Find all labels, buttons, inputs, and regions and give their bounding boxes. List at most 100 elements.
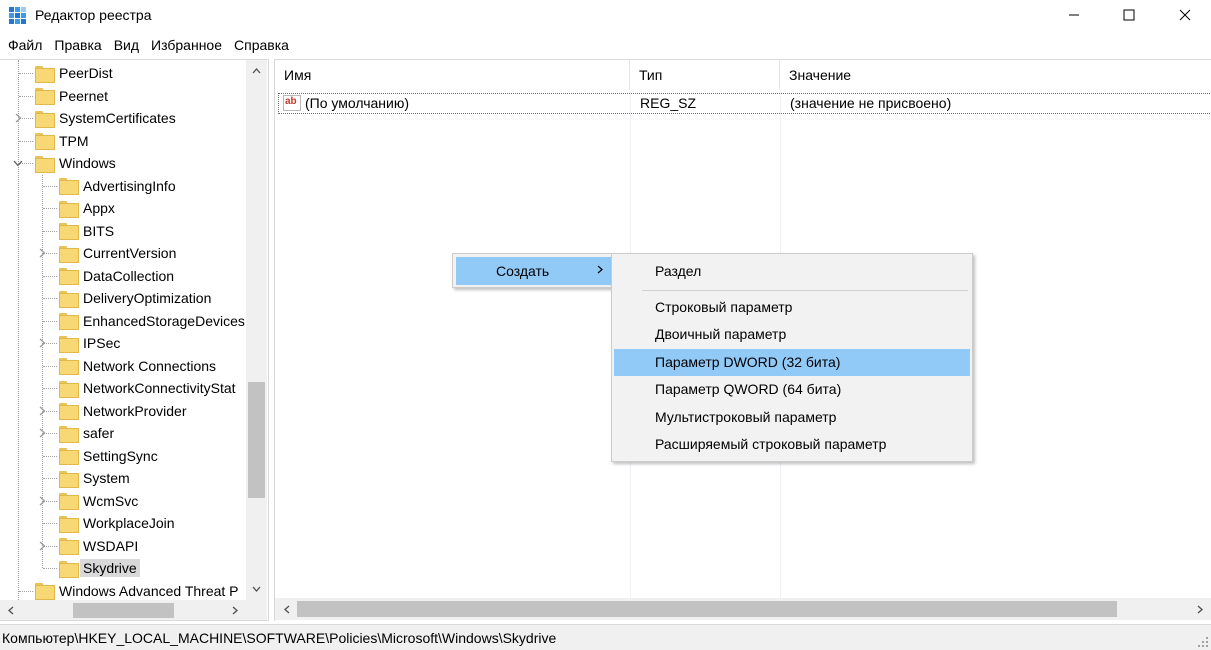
tree-item-label: AdvertisingInfo <box>83 177 176 194</box>
scroll-up-icon[interactable] <box>246 62 267 79</box>
tree-item[interactable]: DeliveryOptimization <box>59 287 211 309</box>
menu-file[interactable]: Файл <box>0 35 48 57</box>
tree-item[interactable]: SettingSync <box>59 445 158 467</box>
tree-item-label: DataCollection <box>83 267 175 284</box>
tree-item[interactable]: WSDAPI <box>59 535 138 557</box>
column-name[interactable]: Имя <box>275 60 630 90</box>
tree-item-label: BITS <box>83 222 115 239</box>
list-hscroll-thumb[interactable] <box>297 601 1117 617</box>
tree-connector <box>43 208 57 209</box>
tree-connector <box>19 590 33 592</box>
tree-hscroll-thumb[interactable] <box>73 603 174 618</box>
tree-item-label: System <box>83 470 130 486</box>
tree-item-label: PeerDist <box>59 65 113 81</box>
submenu-item-expandable-string-label: Расширяемый строковый параметр <box>655 436 887 452</box>
tree-item[interactable]: NetworkConnectivityStat <box>59 377 236 399</box>
menu-help[interactable]: Справка <box>228 35 295 57</box>
tree-item-label: NetworkProvider <box>83 402 187 419</box>
folder-icon <box>59 178 79 195</box>
tree-item[interactable]: SystemCertificates <box>35 107 176 129</box>
scroll-down-icon[interactable] <box>246 580 267 597</box>
tree-item[interactable]: WorkplaceJoin <box>59 512 175 534</box>
table-row[interactable]: ab (По умолчанию) REG_SZ (значение не пр… <box>278 93 1211 114</box>
tree-item-label: TPM <box>59 132 89 149</box>
ab-string-value-icon: ab <box>283 95 301 111</box>
tree-item[interactable]: TPM <box>35 130 89 152</box>
tree-item-label: NetworkConnectivityStat <box>83 380 236 396</box>
tree-item[interactable]: Network Connections <box>59 355 216 377</box>
tree-item[interactable]: NetworkProvider <box>59 400 186 422</box>
folder-icon <box>35 583 55 600</box>
column-value[interactable]: Значение <box>780 60 1211 90</box>
tree-item[interactable]: IPSec <box>59 332 120 354</box>
submenu-item-key[interactable]: Раздел <box>614 258 970 285</box>
scroll-right-icon[interactable] <box>226 600 244 620</box>
tree-item[interactable]: Skydrive <box>59 557 140 579</box>
menu-item-create[interactable]: Создать <box>456 257 612 285</box>
tree-item[interactable]: CurrentVersion <box>59 242 176 264</box>
submenu-item-string[interactable]: Строковый параметр <box>614 294 970 321</box>
tree-vscroll-thumb[interactable] <box>248 382 265 498</box>
submenu-item-dword-label: Параметр DWORD (32 бита) <box>655 354 841 370</box>
maximize-button[interactable] <box>1106 0 1152 30</box>
tree-item[interactable]: Windows Advanced Threat P <box>35 580 239 600</box>
submenu-item-multistring[interactable]: Мультистроковый параметр <box>614 404 970 431</box>
tree-item[interactable]: EnhancedStorageDevices <box>59 310 245 332</box>
tree-vertical-scrollbar[interactable] <box>246 60 267 600</box>
submenu-item-key-label: Раздел <box>655 263 702 279</box>
column-type[interactable]: Тип <box>630 60 780 90</box>
tree-item[interactable]: BITS <box>59 220 114 242</box>
window-title: Редактор реестра <box>35 7 152 23</box>
tree-guide <box>42 174 43 568</box>
tree-item-label: Windows <box>59 155 116 171</box>
submenu-item-qword[interactable]: Параметр QWORD (64 бита) <box>614 376 970 403</box>
close-button[interactable] <box>1162 0 1208 30</box>
tree-item-label: Appx <box>83 200 115 216</box>
folder-icon <box>59 515 79 533</box>
tree-item-label: DeliveryOptimization <box>83 290 212 306</box>
folder-icon <box>59 245 79 263</box>
folder-icon <box>59 560 79 578</box>
submenu-item-qword-label: Параметр QWORD (64 бита) <box>655 381 842 397</box>
tree-item[interactable]: WcmSvc <box>59 490 138 512</box>
scroll-left-icon[interactable] <box>2 600 20 620</box>
create-submenu: Раздел Строковый параметр Двоичный парам… <box>611 253 973 462</box>
value-data: (значение не присвоено) <box>790 95 952 111</box>
scroll-left-icon[interactable] <box>277 598 297 620</box>
tree-item-label: WSDAPI <box>83 537 139 554</box>
submenu-item-expandable-string[interactable]: Расширяемый строковый параметр <box>614 431 970 458</box>
tree-item[interactable]: AdvertisingInfo <box>59 175 176 197</box>
menu-favorites[interactable]: Избранное <box>145 35 228 57</box>
tree-item[interactable]: Windows <box>35 152 116 174</box>
folder-icon <box>35 65 55 83</box>
registry-path: Компьютер\HKEY_LOCAL_MACHINE\SOFTWARE\Po… <box>2 630 557 646</box>
tree-pane: PeerDist Peernet SystemCertificates TPM Wind… <box>0 59 269 621</box>
submenu-item-dword[interactable]: Параметр DWORD (32 бита) <box>614 349 970 376</box>
tree-item[interactable]: DataCollection <box>59 265 174 287</box>
folder-icon <box>35 133 55 150</box>
list-header: Имя Тип Значение <box>275 60 1211 90</box>
tree-item-label: WcmSvc <box>83 492 139 509</box>
tree-item[interactable]: safer <box>59 422 114 444</box>
tree-item[interactable]: Peernet <box>35 85 108 107</box>
scroll-right-icon[interactable] <box>1190 598 1210 620</box>
minimize-button[interactable] <box>1051 0 1097 30</box>
menu-view[interactable]: Вид <box>108 35 145 57</box>
tree-item[interactable]: System <box>59 467 130 489</box>
resize-grip-icon[interactable] <box>1197 636 1209 648</box>
folder-icon <box>59 380 79 398</box>
tree-item[interactable]: Appx <box>59 197 115 219</box>
tree-item[interactable]: PeerDist <box>35 62 113 84</box>
tree-connector <box>43 523 57 524</box>
tree-connector <box>43 185 57 187</box>
menu-edit[interactable]: Правка <box>48 35 107 57</box>
submenu-item-binary[interactable]: Двоичный параметр <box>614 321 970 348</box>
list-horizontal-scrollbar[interactable] <box>275 598 1211 620</box>
tree-item-label: SystemCertificates <box>59 110 176 126</box>
chevron-right-icon <box>597 263 603 277</box>
column-type-label: Тип <box>639 67 663 83</box>
close-icon <box>1179 9 1191 21</box>
tree-horizontal-scrollbar[interactable] <box>0 600 246 620</box>
column-value-label: Значение <box>789 67 852 83</box>
folder-icon <box>59 290 79 308</box>
